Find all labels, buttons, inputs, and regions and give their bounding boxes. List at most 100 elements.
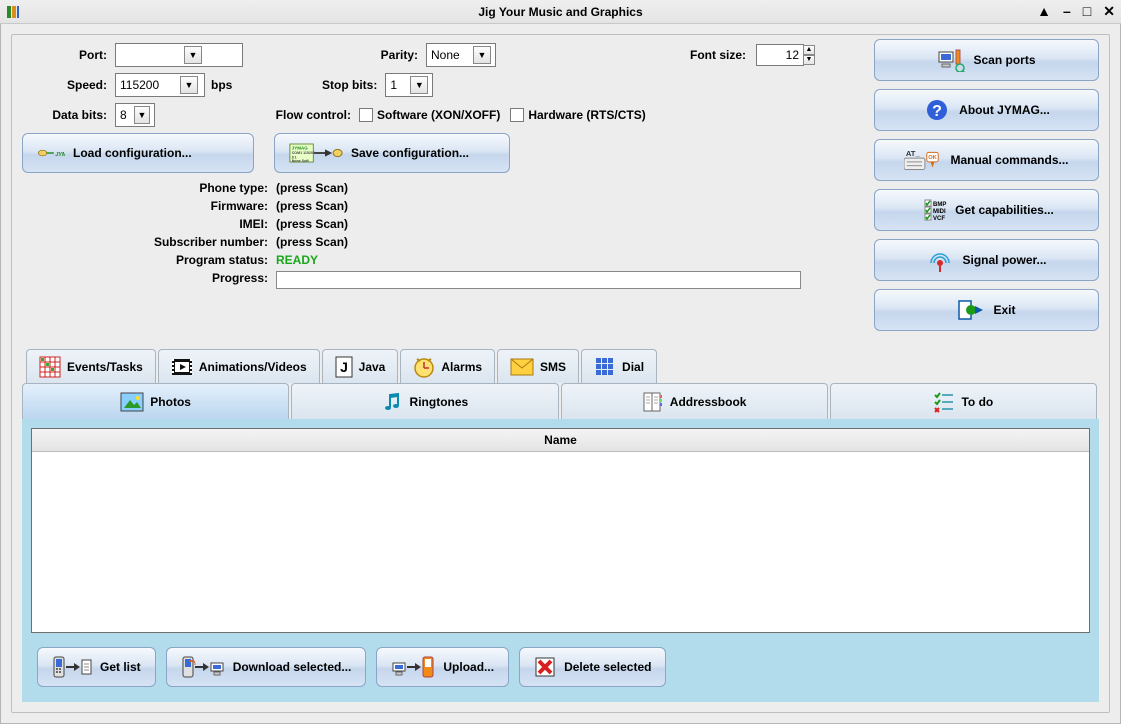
tabs-area: Events/Tasks Animations/Videos J Java Al… bbox=[22, 349, 1099, 702]
svg-text:AT_: AT_ bbox=[906, 149, 921, 158]
envelope-icon bbox=[510, 358, 534, 376]
window-up-icon[interactable]: ▲ bbox=[1037, 3, 1051, 20]
chevron-down-icon: ▼ bbox=[410, 76, 428, 94]
music-icon bbox=[382, 391, 404, 413]
chevron-down-icon: ▼ bbox=[180, 76, 198, 94]
fontsize-spinner[interactable]: ▲▼ bbox=[803, 45, 815, 65]
window-title: Jig Your Music and Graphics bbox=[0, 5, 1121, 19]
get-list-icon bbox=[52, 655, 92, 679]
flow-hardware-checkbox[interactable]: Hardware (RTS/CTS) bbox=[510, 108, 645, 122]
imei-value: (press Scan) bbox=[276, 217, 348, 231]
help-icon: ? bbox=[923, 98, 951, 122]
speed-select[interactable]: 115200 ▼ bbox=[115, 73, 205, 97]
tab-row-bottom: Photos Ringtones Addressbook To do bbox=[22, 383, 1099, 419]
tab-animations[interactable]: Animations/Videos bbox=[158, 349, 320, 383]
about-button[interactable]: ? About JYMAG... bbox=[874, 89, 1099, 131]
tab-todo[interactable]: To do bbox=[830, 383, 1097, 419]
settings-area: Port: ▼ Parity: None ▼ Font size: 12 ▲▼ bbox=[22, 43, 874, 331]
upload-icon bbox=[391, 655, 435, 679]
load-config-icon: JYMAG bbox=[37, 141, 65, 165]
exit-icon bbox=[957, 298, 985, 322]
window-close-icon[interactable]: ✕ bbox=[1103, 3, 1115, 20]
svg-text:?: ? bbox=[932, 103, 942, 120]
imei-label: IMEI: bbox=[22, 217, 268, 231]
signal-power-button[interactable]: Signal power... bbox=[874, 239, 1099, 281]
chevron-down-icon: ▼ bbox=[134, 106, 150, 124]
parity-select[interactable]: None ▼ bbox=[426, 43, 496, 67]
delete-selected-button[interactable]: Delete selected bbox=[519, 647, 666, 687]
download-selected-button[interactable]: Download selected... bbox=[166, 647, 367, 687]
chevron-down-icon: ▼ bbox=[184, 46, 202, 64]
svg-text:J: J bbox=[340, 359, 348, 375]
svg-text:JYMAG: JYMAG bbox=[292, 145, 309, 150]
svg-text:VCF: VCF bbox=[933, 216, 945, 222]
dial-icon bbox=[594, 356, 616, 378]
speed-unit: bps bbox=[211, 78, 232, 92]
speed-label: Speed: bbox=[22, 78, 107, 92]
todo-icon bbox=[933, 391, 955, 413]
progress-label: Progress: bbox=[22, 271, 268, 289]
tab-ringtones[interactable]: Ringtones bbox=[291, 383, 558, 419]
film-icon bbox=[171, 356, 193, 378]
flow-software-checkbox[interactable]: Software (XON/XOFF) bbox=[359, 108, 500, 122]
chevron-down-icon: ▼ bbox=[473, 46, 491, 64]
tab-photos[interactable]: Photos bbox=[22, 383, 289, 419]
tab-row-top: Events/Tasks Animations/Videos J Java Al… bbox=[26, 349, 1099, 383]
svg-text:JYMAG: JYMAG bbox=[55, 152, 65, 158]
fontsize-input[interactable]: 12 bbox=[756, 44, 804, 66]
subscriber-value: (press Scan) bbox=[276, 235, 348, 249]
svg-text:COM1 115200: COM1 115200 bbox=[292, 151, 315, 155]
stopbits-select[interactable]: 1 ▼ bbox=[385, 73, 433, 97]
svg-text:OK: OK bbox=[929, 155, 938, 161]
java-icon: J bbox=[335, 356, 353, 378]
firmware-label: Firmware: bbox=[22, 199, 268, 213]
get-capabilities-button[interactable]: BMPMIDIVCF Get capabilities... bbox=[874, 189, 1099, 231]
phone-type-label: Phone type: bbox=[22, 181, 268, 195]
parity-label: Parity: bbox=[243, 48, 418, 62]
scan-ports-button[interactable]: Scan ports bbox=[874, 39, 1099, 81]
port-select[interactable]: ▼ bbox=[115, 43, 243, 67]
progress-bar bbox=[276, 271, 801, 289]
databits-label: Data bits: bbox=[22, 108, 107, 122]
subscriber-label: Subscriber number: bbox=[22, 235, 268, 249]
titlebar: Jig Your Music and Graphics ▲ – □ ✕ bbox=[0, 0, 1121, 24]
delete-icon bbox=[534, 656, 556, 678]
tab-content-photos: Name Get list Download selected... Uploa… bbox=[22, 419, 1099, 702]
app-icon bbox=[6, 5, 20, 19]
column-header-name[interactable]: Name bbox=[32, 429, 1089, 452]
svg-text:MIDI: MIDI bbox=[933, 209, 946, 215]
port-label: Port: bbox=[22, 48, 107, 62]
table-body bbox=[32, 452, 1089, 632]
save-config-button[interactable]: JYMAGCOM1 1152008 1None Soft Save config… bbox=[274, 133, 510, 173]
tab-sms[interactable]: SMS bbox=[497, 349, 579, 383]
save-config-icon: JYMAGCOM1 1152008 1None Soft bbox=[289, 141, 343, 165]
status-label: Program status: bbox=[22, 253, 268, 267]
upload-button[interactable]: Upload... bbox=[376, 647, 509, 687]
load-config-button[interactable]: JYMAG Load configuration... bbox=[22, 133, 254, 173]
window-maximize-icon[interactable]: □ bbox=[1083, 3, 1091, 20]
manual-commands-button[interactable]: AT_OK Manual commands... bbox=[874, 139, 1099, 181]
flowcontrol-label: Flow control: bbox=[155, 108, 351, 122]
signal-icon bbox=[926, 248, 954, 272]
svg-text:BMP: BMP bbox=[933, 202, 946, 208]
scan-ports-icon bbox=[937, 48, 965, 72]
keyboard-icon: AT_ OK bbox=[904, 148, 942, 172]
tab-dial[interactable]: Dial bbox=[581, 349, 657, 383]
get-list-button[interactable]: Get list bbox=[37, 647, 156, 687]
addressbook-icon bbox=[642, 391, 664, 413]
status-value: READY bbox=[276, 253, 318, 267]
tab-events[interactable]: Events/Tasks bbox=[26, 349, 156, 383]
databits-select[interactable]: 8 ▼ bbox=[115, 103, 155, 127]
firmware-value: (press Scan) bbox=[276, 199, 348, 213]
fontsize-label: Font size: bbox=[496, 48, 746, 62]
calendar-icon bbox=[39, 356, 61, 378]
photo-icon bbox=[120, 392, 144, 412]
phone-type-value: (press Scan) bbox=[276, 181, 348, 195]
stopbits-label: Stop bits: bbox=[232, 78, 377, 92]
tab-java[interactable]: J Java bbox=[322, 349, 399, 383]
tab-alarms[interactable]: Alarms bbox=[400, 349, 495, 383]
exit-button[interactable]: Exit bbox=[874, 289, 1099, 331]
file-table[interactable]: Name bbox=[31, 428, 1090, 633]
tab-addressbook[interactable]: Addressbook bbox=[561, 383, 828, 419]
window-minimize-icon[interactable]: – bbox=[1063, 3, 1071, 20]
